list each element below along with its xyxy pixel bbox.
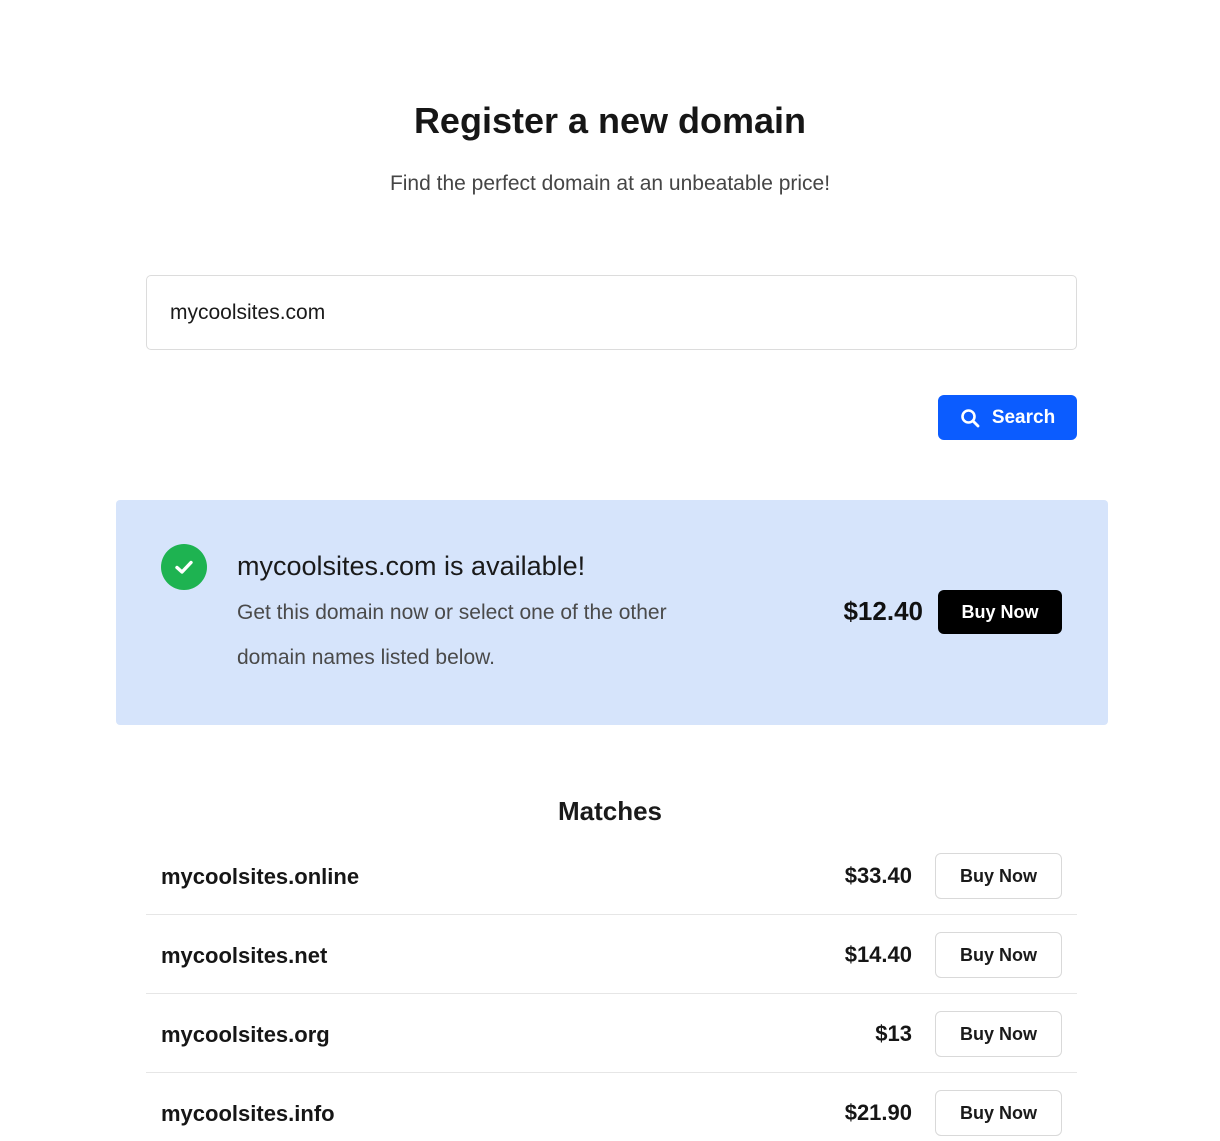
buy-now-button-primary[interactable]: Buy Now xyxy=(938,590,1062,634)
match-price: $14.40 xyxy=(844,942,912,967)
buy-now-button[interactable]: Buy Now xyxy=(935,1011,1062,1057)
check-circle-icon xyxy=(161,544,207,590)
match-row: mycoolsites.info $21.90 Buy Now xyxy=(146,1073,1077,1141)
buy-now-button[interactable]: Buy Now xyxy=(935,1090,1062,1136)
match-row: mycoolsites.online $33.40 Buy Now xyxy=(146,836,1077,915)
availability-description: Get this domain now or select one of the… xyxy=(237,601,667,669)
match-price: $21.90 xyxy=(844,1100,912,1125)
search-button-label: Search xyxy=(991,406,1056,428)
match-price: $13 xyxy=(875,1021,912,1046)
availability-status: is available! xyxy=(436,551,586,581)
available-domain-price: $12.40 xyxy=(843,596,923,626)
match-row: mycoolsites.net $14.40 Buy Now xyxy=(146,915,1077,994)
domain-search-input[interactable] xyxy=(146,275,1077,350)
search-icon xyxy=(960,408,980,428)
match-domain-name: mycoolsites.net xyxy=(161,943,328,968)
match-price: $33.40 xyxy=(844,863,912,888)
match-domain-name: mycoolsites.org xyxy=(161,1022,330,1047)
page-subtitle: Find the perfect domain at an unbeatable… xyxy=(389,172,831,195)
matches-heading: Matches xyxy=(557,796,663,826)
availability-banner: mycoolsites.com is available! Get this d… xyxy=(116,500,1108,725)
page-title: Register a new domain xyxy=(413,100,807,141)
buy-now-button[interactable]: Buy Now xyxy=(935,853,1062,899)
match-domain-name: mycoolsites.info xyxy=(161,1101,335,1126)
availability-heading: mycoolsites.com is available! xyxy=(237,551,585,582)
search-button[interactable]: Search xyxy=(938,395,1077,440)
matches-list: mycoolsites.online $33.40 Buy Now mycool… xyxy=(146,836,1077,1141)
available-domain-name: mycoolsites.com xyxy=(237,551,437,581)
match-row: mycoolsites.org $13 Buy Now xyxy=(146,994,1077,1073)
buy-now-button[interactable]: Buy Now xyxy=(935,932,1062,978)
match-domain-name: mycoolsites.online xyxy=(161,864,360,889)
